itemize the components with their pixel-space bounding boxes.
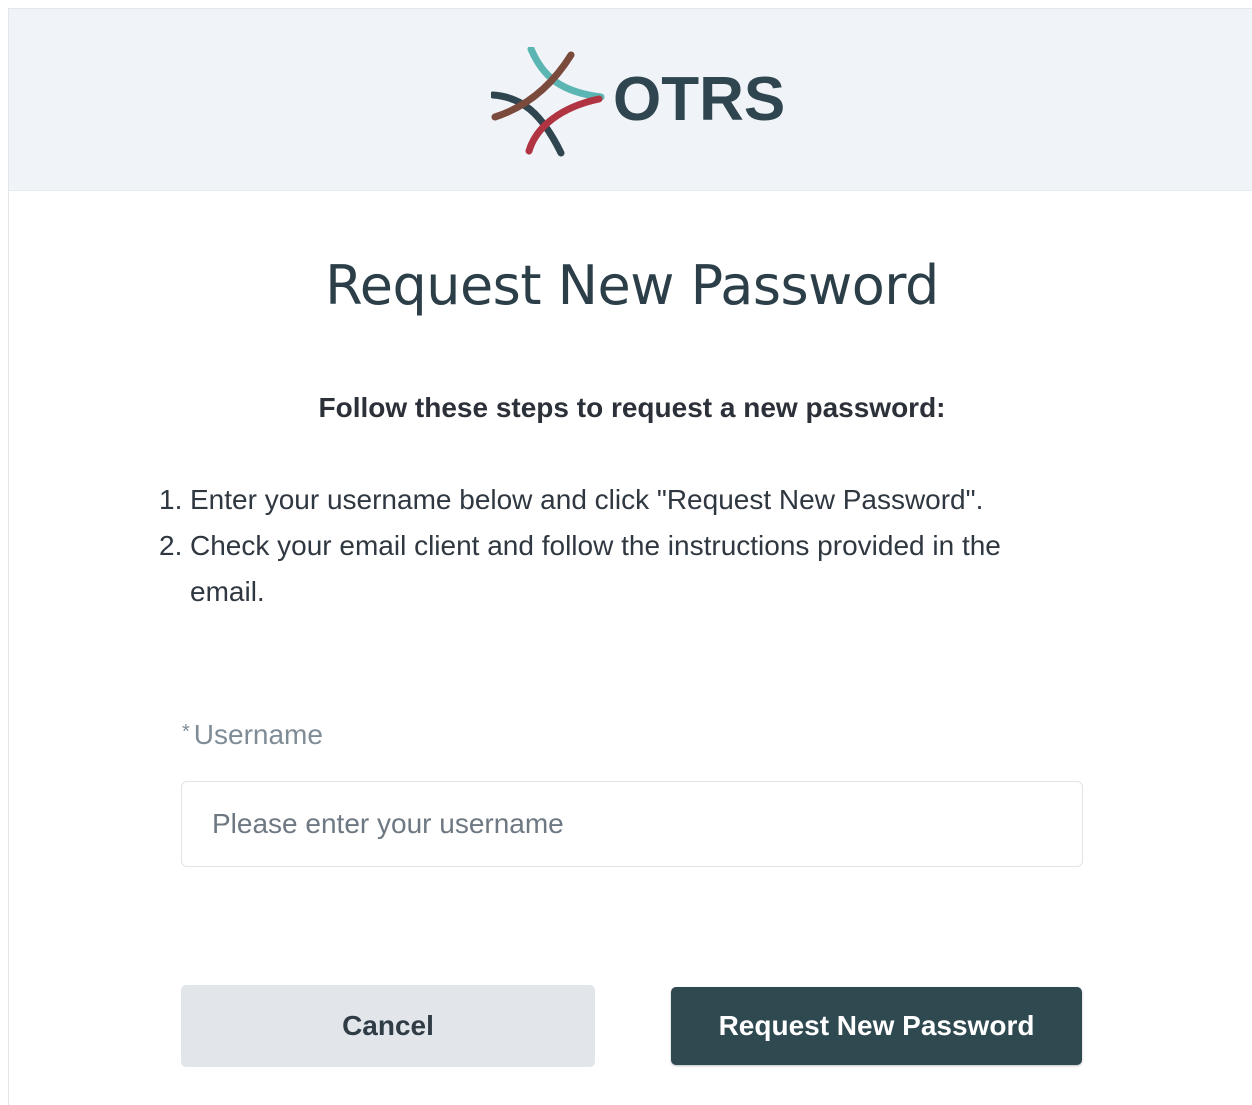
- instructions-heading: Follow these steps to request a new pass…: [318, 392, 946, 423]
- cancel-button[interactable]: Cancel: [181, 985, 595, 1067]
- step-number: 1.: [159, 484, 183, 515]
- step-text: Check your email client and follow the i…: [190, 530, 1001, 607]
- page-title: Request New Password: [325, 254, 939, 317]
- otrs-logo-text: OTRS: [613, 65, 786, 134]
- step-number: 2.: [159, 530, 183, 561]
- password-request-card: OTRS Request New Password Follow these s…: [8, 8, 1252, 1105]
- instruction-step: 1. Enter your username below and click "…: [159, 477, 1079, 523]
- required-marker: *: [182, 721, 190, 743]
- username-label: * Username: [182, 719, 323, 751]
- step-text: Enter your username below and click "Req…: [190, 484, 984, 515]
- username-input[interactable]: [181, 781, 1083, 867]
- otrs-logo-icon: [491, 47, 605, 157]
- otrs-logo: OTRS: [491, 47, 785, 157]
- request-new-password-button[interactable]: Request New Password: [671, 987, 1082, 1065]
- instruction-step: 2. Check your email client and follow th…: [159, 523, 1079, 615]
- header-bar: OTRS: [9, 9, 1252, 191]
- instructions-list: 1. Enter your username below and click "…: [159, 477, 1079, 615]
- username-label-text: Username: [193, 719, 323, 750]
